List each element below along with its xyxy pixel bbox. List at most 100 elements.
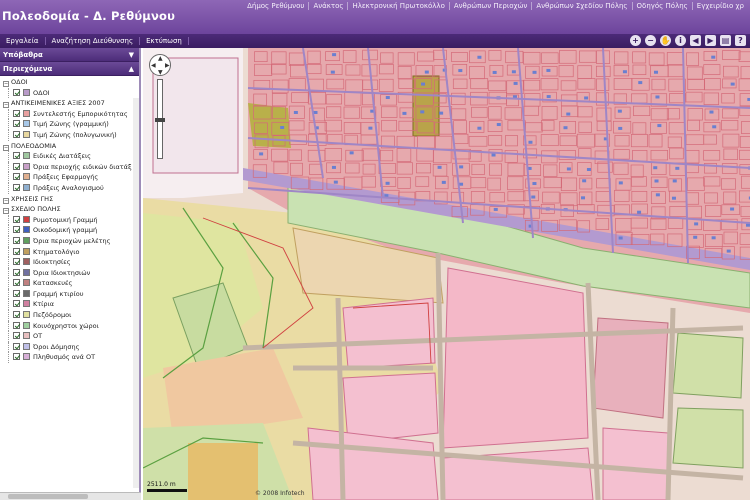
zoom-slider[interactable] — [155, 79, 165, 159]
expand-toggle-icon[interactable]: − — [3, 208, 9, 215]
top-links: Δήμος Ρεθύμνου Ανάκτος Ηλεκτρονική Πρωτο… — [243, 2, 748, 10]
pan-hand-icon[interactable]: ✋ — [660, 35, 671, 46]
top-link-egxeiridio[interactable]: Εγχειρίδιο χρ — [693, 2, 748, 10]
layer-item[interactable]: Γραμμή κτιρίου — [0, 288, 139, 300]
layer-item[interactable]: Οικοδομική γραμμή — [0, 225, 139, 236]
pan-control[interactable]: ▲ ▼ ◀ ▶ — [149, 54, 171, 76]
layer-checkbox[interactable] — [13, 342, 20, 350]
expand-toggle-icon[interactable]: − — [3, 102, 9, 109]
layer-checkbox[interactable] — [13, 321, 20, 329]
expand-toggle-icon[interactable]: − — [3, 81, 9, 87]
map-canvas[interactable] — [143, 48, 750, 500]
layer-checkbox[interactable] — [13, 162, 20, 170]
print-icon[interactable]: ▤ — [720, 35, 731, 46]
map-view[interactable]: ▲ ▼ ◀ ▶ 2511.0 m © 2008 Infotech — [143, 48, 750, 500]
tree-connector — [8, 161, 9, 173]
layer-symbol-icon — [23, 152, 30, 160]
building-marker — [638, 81, 643, 85]
layer-group[interactable]: − ΟΔΟΙ — [0, 77, 139, 88]
layer-item[interactable]: Κτηματολόγιο — [0, 246, 139, 258]
layer-item[interactable]: Ειδικές Διατάξεις — [0, 151, 139, 162]
layer-item[interactable]: Συντελεστής Εμπορικότητας — [0, 108, 139, 120]
pan-north-icon[interactable]: ▲ — [158, 55, 163, 62]
layer-group[interactable]: − ΑΝΤΙΚΕΙΜΕΝΙΚΕΣ ΑΞΙΕΣ 2007 — [0, 98, 139, 109]
layer-checkbox[interactable] — [13, 152, 20, 160]
layer-checkbox[interactable] — [13, 353, 20, 361]
layer-checkbox[interactable] — [13, 183, 20, 191]
zoom-slider-knob[interactable] — [155, 118, 165, 122]
layer-checkbox[interactable] — [13, 226, 20, 234]
layers-panel-header[interactable]: Περιεχόμενα ▲ — [0, 62, 139, 76]
layer-group[interactable]: − ΠΟΛΕΟΔΟΜΙΑ — [0, 141, 139, 152]
layer-checkbox[interactable] — [13, 332, 20, 340]
building-marker — [655, 193, 660, 197]
tree-connector — [8, 214, 9, 226]
pan-west-icon[interactable]: ◀ — [151, 62, 156, 69]
layer-label: ΟΔΟΙ — [11, 78, 28, 86]
layer-label: ΟΤ — [33, 332, 43, 341]
expand-toggle-icon[interactable]: − — [3, 197, 9, 204]
menu-print[interactable]: Εκτύπωση — [140, 37, 189, 45]
layer-item[interactable]: Πληθυσμός ανά ΟΤ — [0, 352, 139, 364]
layer-item[interactable]: Πράξεις Εφαρμογής — [0, 172, 139, 183]
top-link-odigos[interactable]: Οδηγός Πόλης — [633, 2, 693, 10]
menu-address-search[interactable]: Αναζήτηση Διεύθυνσης — [46, 37, 141, 45]
layer-checkbox[interactable] — [13, 120, 20, 128]
layer-symbol-icon — [23, 215, 30, 223]
layer-item[interactable]: Τιμή Ζώνης (γραμμική) — [0, 119, 139, 130]
building-marker — [711, 55, 716, 59]
layer-item[interactable]: Κατασκευές — [0, 278, 139, 289]
layer-item[interactable]: Τιμή Ζώνης (πολυγωνική) — [0, 129, 139, 141]
sidebar-horizontal-scrollbar[interactable] — [0, 492, 141, 500]
top-link-protokollo[interactable]: Ηλεκτρονική Πρωτοκόλλο — [348, 2, 450, 10]
layer-checkbox[interactable] — [13, 173, 20, 181]
expand-toggle-icon[interactable]: − — [3, 144, 9, 151]
layer-item[interactable]: Όρια Ιδιοκτησιών — [0, 267, 139, 279]
layer-item[interactable]: Όρια περιοχής ειδικών διατάξ — [0, 161, 139, 173]
layer-item[interactable]: ΟΤ — [0, 331, 139, 342]
layer-checkbox[interactable] — [13, 289, 20, 297]
zoom-in-icon[interactable]: + — [630, 35, 641, 46]
chevron-down-icon[interactable]: ▼ — [129, 48, 134, 62]
chevron-up-icon[interactable]: ▲ — [129, 62, 134, 76]
top-link-perioxes[interactable]: Ανθρώπων Περιοχών — [450, 2, 533, 10]
menu-tools[interactable]: Εργαλεία — [0, 37, 46, 45]
scroll-thumb[interactable] — [8, 494, 88, 499]
next-extent-icon[interactable]: ▶ — [705, 35, 716, 46]
layer-checkbox[interactable] — [13, 268, 20, 276]
previous-extent-icon[interactable]: ◀ — [690, 35, 701, 46]
layer-label: Ειδικές Διατάξεις — [33, 152, 91, 161]
top-link-anaktos[interactable]: Ανάκτος — [309, 2, 349, 10]
zoom-out-icon[interactable]: − — [645, 35, 656, 46]
top-link-dimos[interactable]: Δήμος Ρεθύμνου — [243, 2, 310, 10]
pan-south-icon[interactable]: ▼ — [158, 69, 163, 76]
identify-icon[interactable]: i — [675, 35, 686, 46]
layer-group[interactable]: − ΣΧΕΔΙΟ ΠΟΛΗΣ — [0, 204, 139, 215]
layer-checkbox[interactable] — [13, 236, 20, 244]
pan-east-icon[interactable]: ▶ — [165, 62, 170, 69]
layer-item[interactable]: Πράξεις Αναλογισμού — [0, 182, 139, 194]
layer-group[interactable]: − ΧΡΗΣΕΙΣ ΓΗΣ — [0, 194, 139, 205]
layer-item[interactable]: Πεζόδρομοι — [0, 310, 139, 321]
layer-checkbox[interactable] — [13, 88, 20, 96]
layer-checkbox[interactable] — [13, 247, 20, 255]
layer-item[interactable]: Κτίρια — [0, 299, 139, 311]
layer-label: Όρια περιοχών μελέτης — [33, 236, 111, 245]
layer-item[interactable]: ΟΔΟΙ — [0, 87, 139, 99]
layer-checkbox[interactable] — [13, 109, 20, 117]
basemaps-panel-header[interactable]: Υπόβαθρα ▼ — [0, 48, 139, 62]
layer-item[interactable]: Ιδιοκτησίες — [0, 257, 139, 268]
layer-item[interactable]: Κοινόχρηστοι χώροι — [0, 320, 139, 332]
help-icon[interactable]: ? — [735, 35, 746, 46]
layer-item[interactable]: Όροι Δόμησης — [0, 341, 139, 353]
layer-item[interactable]: Όρια περιοχών μελέτης — [0, 235, 139, 247]
layer-item[interactable]: Ρυμοτομική Γραμμή — [0, 214, 139, 226]
layer-checkbox[interactable] — [13, 300, 20, 308]
layer-checkbox[interactable] — [13, 215, 20, 223]
sidebar-vertical-scrollbar[interactable] — [133, 98, 139, 488]
layer-checkbox[interactable] — [13, 130, 20, 138]
layer-checkbox[interactable] — [13, 311, 20, 319]
top-link-sxedio[interactable]: Ανθρώπων Σχεδίου Πόλης — [532, 2, 633, 10]
layer-checkbox[interactable] — [13, 279, 20, 287]
layer-checkbox[interactable] — [13, 258, 20, 266]
